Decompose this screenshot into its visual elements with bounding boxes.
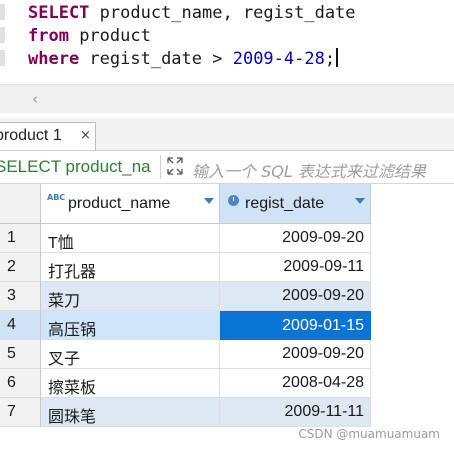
watermark: CSDN @muamuamuam: [298, 427, 440, 441]
row-number[interactable]: 1: [0, 224, 41, 253]
cell-product-name[interactable]: 叉子: [41, 340, 220, 369]
cell-regist-date-selected[interactable]: 2009-01-15: [220, 311, 371, 340]
table-row[interactable]: 2 打孔器 2009-09-11: [0, 253, 371, 282]
text-type-icon: ABC: [47, 193, 66, 202]
code-text: ;: [324, 49, 336, 69]
table-row[interactable]: 5 叉子 2009-09-20: [0, 340, 371, 369]
table-row[interactable]: 1 T恤 2009-09-20: [0, 224, 371, 253]
line-marker: [0, 50, 5, 66]
filter-query-label: SELECT product_na: [0, 157, 151, 176]
row-number[interactable]: 2: [0, 253, 41, 282]
column-header-regist-date[interactable]: regist_date: [220, 184, 371, 224]
divider: [160, 155, 161, 179]
row-number[interactable]: 5: [0, 340, 41, 369]
column-label: product_name: [68, 195, 171, 212]
line-marker: [0, 27, 5, 43]
code-line-2[interactable]: from product: [28, 25, 151, 47]
table-row-selected[interactable]: 4 高压锅 2009-01-15: [0, 311, 371, 340]
cell-product-name[interactable]: 打孔器: [41, 253, 220, 282]
text-cursor: [336, 48, 339, 67]
code-text: product: [68, 26, 151, 46]
cell-regist-date[interactable]: 2009-11-11: [220, 398, 371, 427]
date-type-icon: [228, 195, 239, 206]
filter-input[interactable]: 输入一个 SQL 表达式来过滤结果: [192, 158, 426, 182]
horizontal-scrollbar[interactable]: ‹: [0, 84, 454, 113]
code-number: 2009-4-28: [232, 49, 325, 69]
line-marker: [0, 4, 5, 20]
cell-regist-date[interactable]: 2009-09-20: [220, 340, 371, 369]
sort-dropdown-icon[interactable]: [355, 198, 365, 204]
code-line-1[interactable]: SELECT product_name, regist_date: [28, 2, 356, 24]
results-grid: ABC product_name regist_date 1 T恤 2009-0…: [0, 184, 454, 449]
result-tab-bar: product 1 ×: [0, 118, 454, 151]
row-number[interactable]: 6: [0, 369, 41, 398]
row-number[interactable]: 3: [0, 282, 41, 311]
row-number[interactable]: 7: [0, 398, 41, 427]
keyword-where: where: [28, 49, 80, 69]
select-all-corner[interactable]: [0, 184, 41, 224]
column-label: regist_date: [245, 195, 325, 212]
cell-product-name[interactable]: T恤: [41, 224, 220, 253]
sort-dropdown-icon[interactable]: [204, 198, 214, 204]
keyword-select: SELECT: [28, 3, 90, 23]
cell-product-name[interactable]: 高压锅: [41, 311, 220, 340]
grid-header: ABC product_name regist_date: [0, 184, 371, 224]
code-text: regist_date >: [79, 49, 233, 69]
cell-product-name[interactable]: 圆珠笔: [41, 398, 220, 427]
cell-product-name[interactable]: 菜刀: [41, 282, 220, 311]
scroll-left-icon[interactable]: ‹: [32, 90, 38, 108]
code-line-3[interactable]: where regist_date > 2009-4-28;: [28, 48, 339, 70]
cell-regist-date[interactable]: 2009-09-11: [220, 253, 371, 282]
table-row[interactable]: 7 圆珠笔 2009-11-11: [0, 398, 371, 427]
close-icon[interactable]: ×: [80, 128, 91, 143]
cell-product-name[interactable]: 擦菜板: [41, 369, 220, 398]
cell-regist-date[interactable]: 2008-04-28: [220, 369, 371, 398]
tab-product-1[interactable]: product 1 ×: [0, 122, 96, 150]
expand-icon[interactable]: [166, 156, 184, 176]
row-number[interactable]: 4: [0, 311, 41, 340]
cell-regist-date[interactable]: 2009-09-20: [220, 224, 371, 253]
code-text: product_name, regist_date: [89, 3, 356, 23]
filter-bar: SELECT product_na 输入一个 SQL 表达式来过滤结果: [0, 151, 454, 184]
column-header-product-name[interactable]: ABC product_name: [41, 184, 220, 224]
tab-label: product 1: [0, 127, 62, 144]
keyword-from: from: [28, 26, 69, 46]
cell-regist-date[interactable]: 2009-09-20: [220, 282, 371, 311]
table-row[interactable]: 6 擦菜板 2008-04-28: [0, 369, 371, 398]
table-row[interactable]: 3 菜刀 2009-09-20: [0, 282, 371, 311]
sql-editor[interactable]: SELECT product_name, regist_date from pr…: [0, 0, 454, 84]
